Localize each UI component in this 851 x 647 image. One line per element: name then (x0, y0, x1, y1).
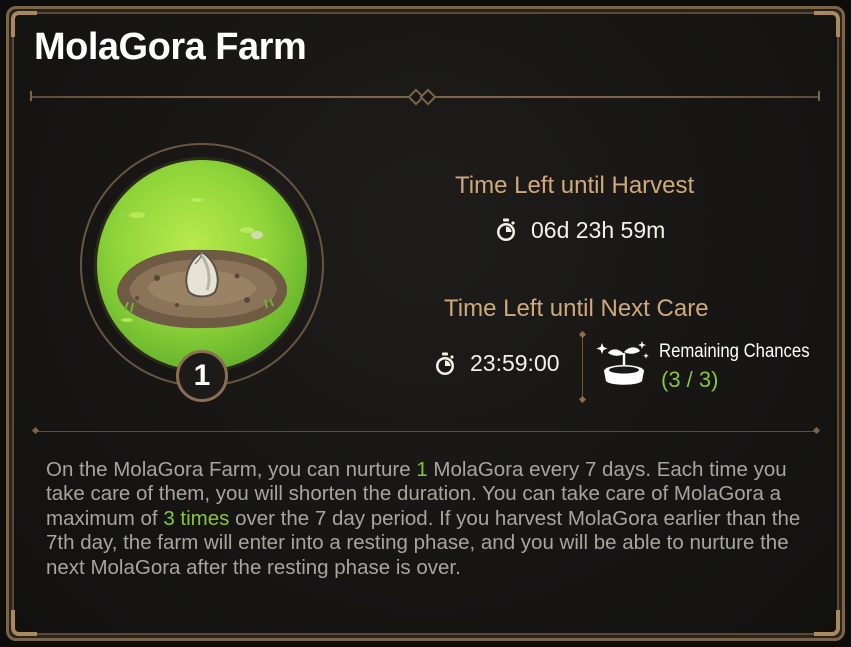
vertical-divider (582, 335, 583, 399)
farm-description: On the MolaGora Farm, you can nurture 1 … (46, 458, 816, 580)
sprout-pot-icon (596, 341, 649, 385)
farm-plot-image[interactable] (94, 157, 310, 373)
farm-level-badge: 1 (176, 350, 228, 402)
harvest-label: Time Left until Harvest (455, 172, 695, 199)
frame-corner-ornament (11, 610, 37, 636)
divider-cap (30, 91, 42, 101)
seed-mound-illustration (117, 198, 287, 329)
page-title: MolaGora Farm (34, 26, 307, 68)
remaining-chances-value: (3 / 3) (661, 367, 719, 392)
nurture-count-highlight: 1 (416, 458, 428, 481)
stopwatch-icon (436, 352, 454, 375)
description-text: On the MolaGora Farm, you can nurture (46, 458, 417, 481)
next-care-label: Time Left until Next Care (444, 295, 709, 322)
harvest-time: 06d 23h 59m (531, 217, 666, 243)
care-limit-highlight: 3 times (163, 506, 230, 530)
frame-corner-ornament (814, 610, 840, 636)
stopwatch-icon (497, 218, 515, 241)
title-divider (30, 88, 820, 106)
frame-corner-ornament (814, 11, 840, 37)
divider-cap (808, 91, 820, 101)
section-divider (31, 426, 821, 435)
next-care-time: 23:59:00 (470, 350, 560, 376)
remaining-chances-label: Remaining Chances (659, 341, 810, 362)
